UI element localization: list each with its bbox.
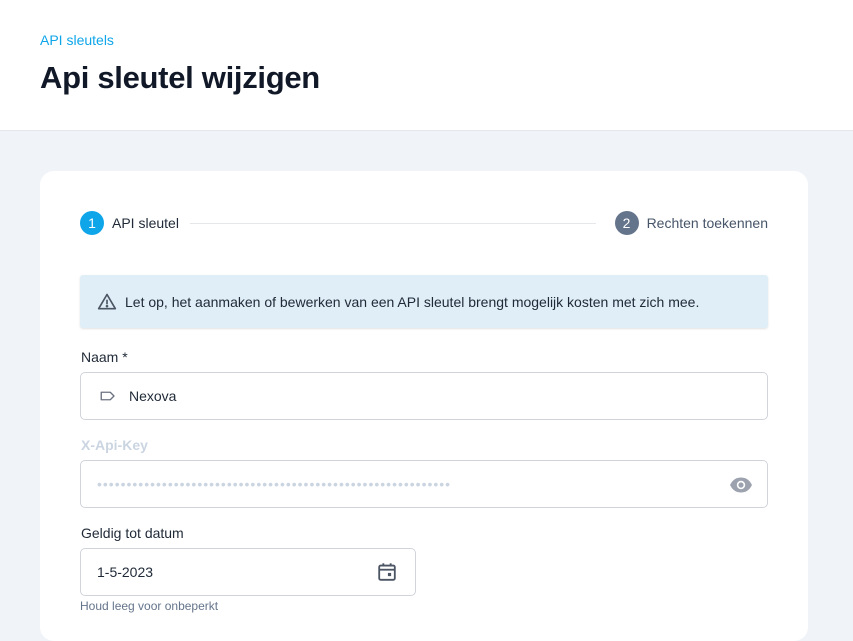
tag-icon bbox=[99, 387, 117, 405]
valid-until-hint: Houd leeg voor onbeperkt bbox=[80, 599, 219, 613]
page-header: API sleutels Api sleutel wijzigen bbox=[0, 0, 853, 131]
name-label: Naam * bbox=[81, 349, 128, 365]
step-connector bbox=[190, 223, 596, 224]
calendar-icon[interactable] bbox=[376, 561, 398, 583]
name-field[interactable]: Nexova bbox=[80, 372, 768, 420]
step-api-key[interactable]: 1 API sleutel bbox=[80, 211, 179, 235]
cost-warning-alert: Let op, het aanmaken of bewerken van een… bbox=[80, 275, 768, 328]
form-card: 1 API sleutel 2 Rechten toekennen Let op… bbox=[40, 171, 808, 641]
step-1-label: API sleutel bbox=[112, 215, 179, 231]
api-key-masked-value: ••••••••••••••••••••••••••••••••••••••••… bbox=[97, 476, 452, 492]
alert-text: Let op, het aanmaken of bewerken van een… bbox=[125, 293, 700, 310]
valid-until-label: Geldig tot datum bbox=[81, 525, 184, 541]
eye-icon[interactable] bbox=[729, 473, 753, 497]
step-1-number: 1 bbox=[80, 211, 104, 235]
valid-until-value: 1-5-2023 bbox=[97, 564, 154, 580]
name-value: Nexova bbox=[129, 388, 177, 404]
step-2-label: Rechten toekennen bbox=[646, 215, 768, 231]
breadcrumb-api-keys[interactable]: API sleutels bbox=[40, 32, 114, 48]
api-key-field[interactable]: ••••••••••••••••••••••••••••••••••••••••… bbox=[80, 460, 768, 508]
warning-triangle-icon bbox=[97, 292, 117, 312]
step-permissions[interactable]: 2 Rechten toekennen bbox=[614, 211, 768, 235]
valid-until-field[interactable]: 1-5-2023 bbox=[80, 548, 416, 596]
api-key-label: X-Api-Key bbox=[81, 437, 148, 453]
step-2-number: 2 bbox=[614, 211, 639, 235]
page-title: Api sleutel wijzigen bbox=[40, 60, 320, 95]
stepper: 1 API sleutel 2 Rechten toekennen bbox=[80, 211, 768, 237]
